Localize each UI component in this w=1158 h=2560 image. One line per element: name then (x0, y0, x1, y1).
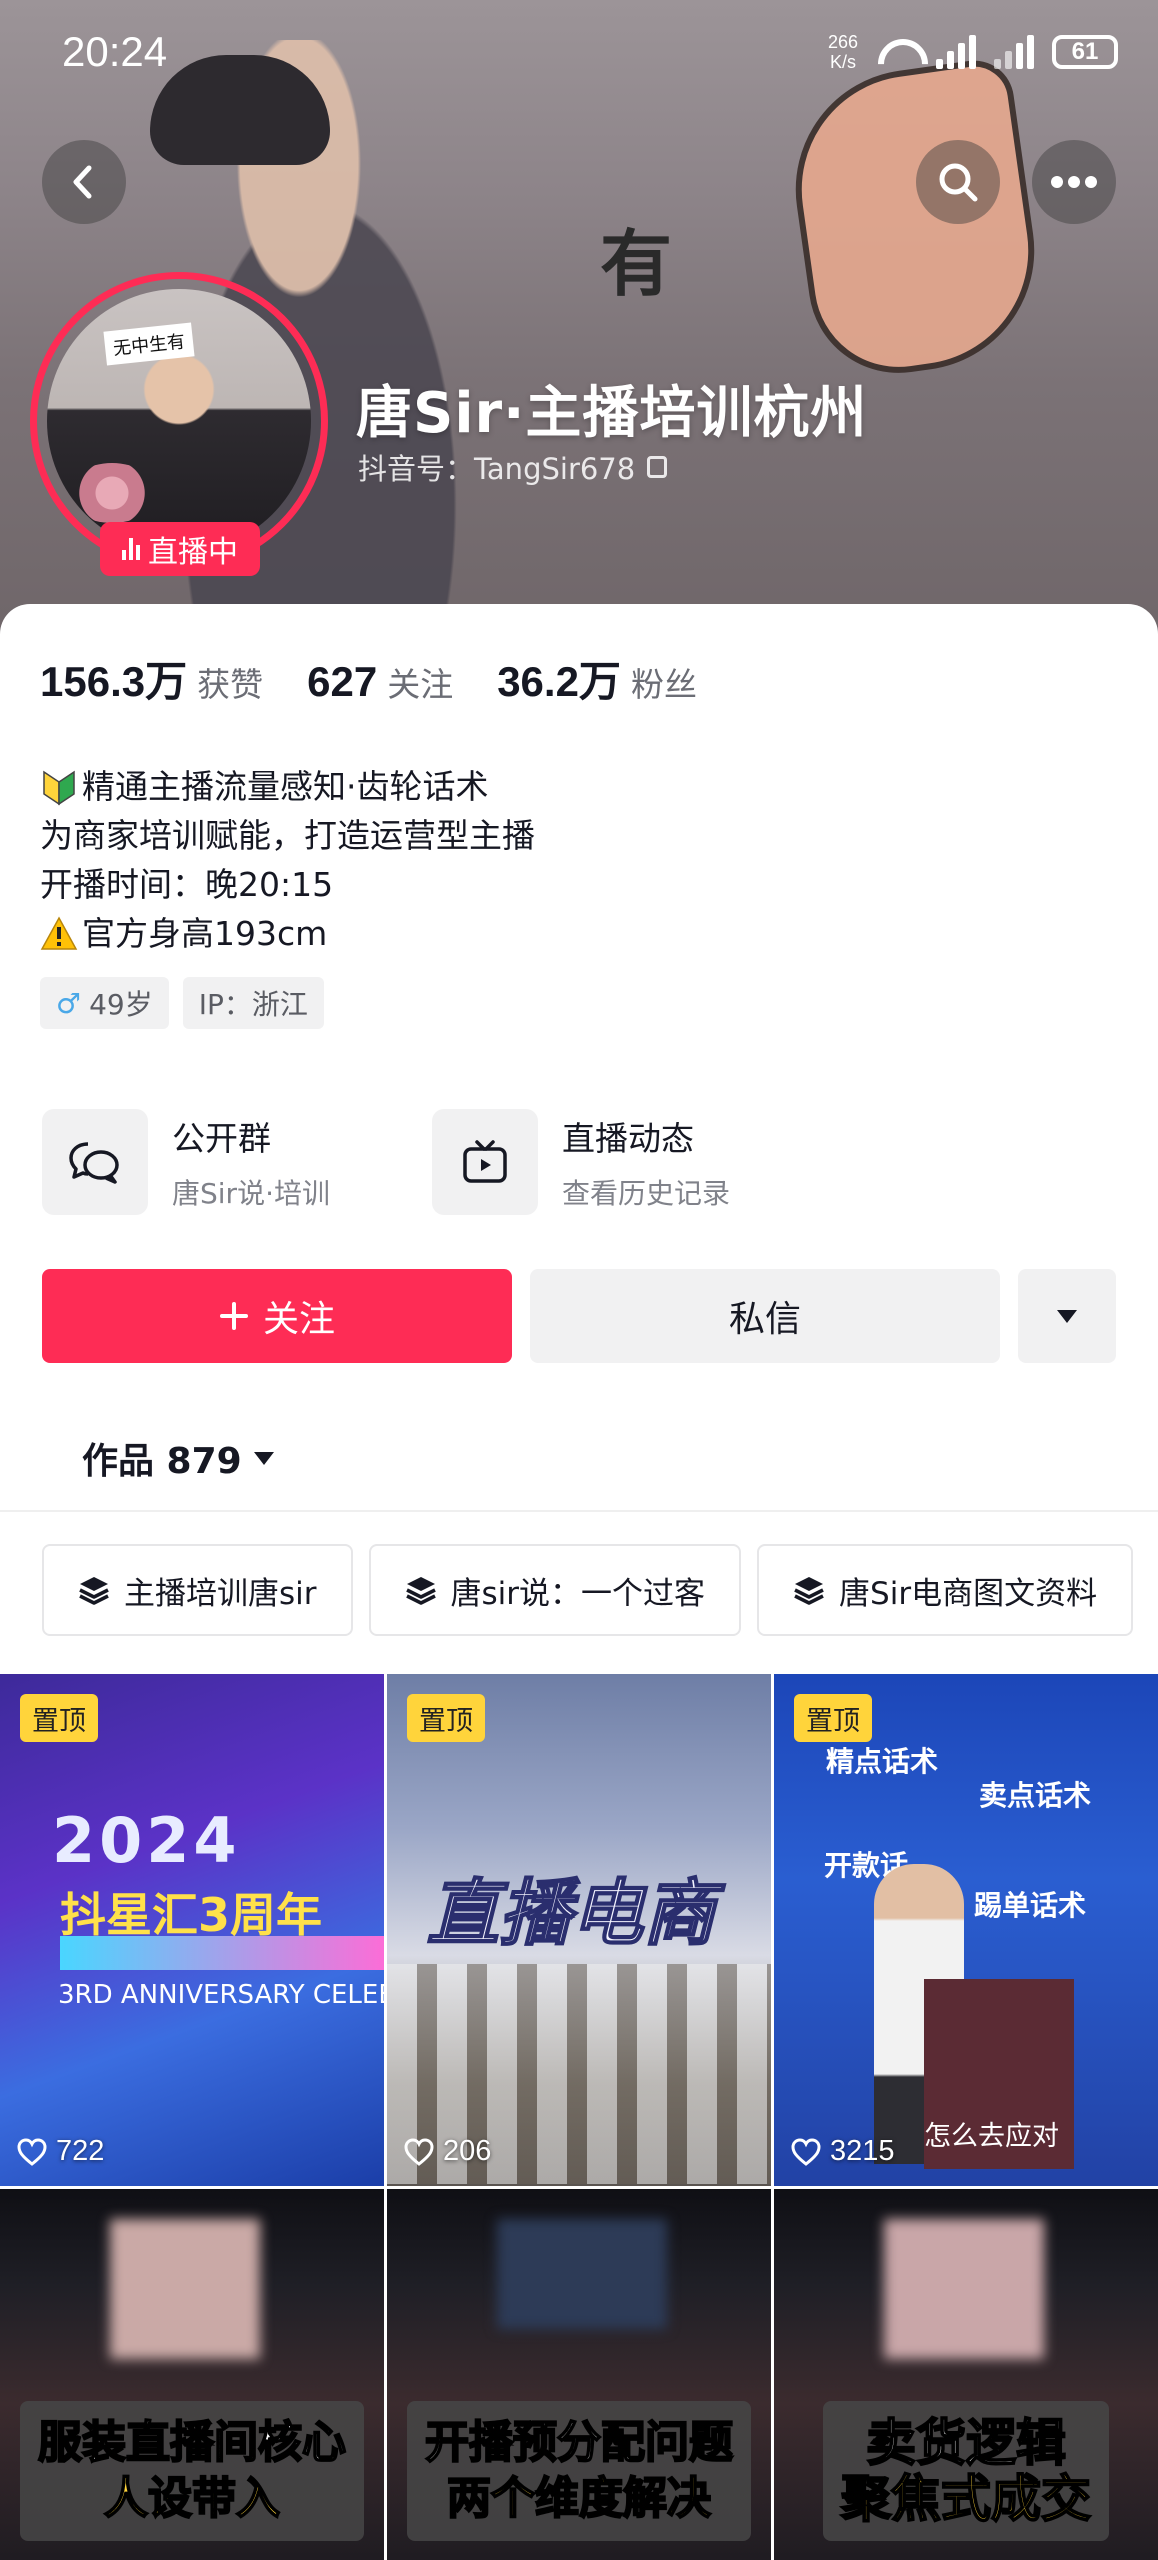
video-overlay-text: 3RD ANNIVERSARY CELEBR (58, 1980, 384, 2010)
video-overlay-blur (110, 2219, 260, 2359)
stack-icon (79, 1577, 109, 1605)
battery-icon: 61 (1052, 35, 1118, 69)
video-thumbnail[interactable]: 开播预分配问题 两个维度解决 (387, 2189, 771, 2560)
warning-icon (40, 915, 78, 950)
profile-tags: ♂ 49岁 IP：浙江 (40, 977, 324, 1029)
plus-icon (219, 1302, 248, 1330)
follow-label: 关注 (262, 1299, 335, 1340)
video-overlay-text: 精点话术 (826, 1745, 939, 1778)
video-overlay-band (60, 1936, 384, 1970)
profile-header: 有 20:24 266 K/s 61 无中生有 直播中 唐Sir·主播培训杭州 … (0, 0, 1158, 640)
stat-followers[interactable]: 36.2万 粉丝 (497, 648, 697, 709)
video-caption: 服装直播间核心 人设带入 (20, 2401, 364, 2541)
video-caption: 卖货逻辑 聚焦式成交 (823, 2401, 1109, 2541)
video-overlay-text: 怎么去应对 (924, 2121, 1059, 2152)
bio-line: 为商家培训赋能，打造运营型主播 (40, 816, 535, 855)
bio-line: 精通主播流量感知·齿轮话术 (40, 762, 535, 811)
video-thumbnail[interactable]: 精点话术 卖点话术 开款话 踢单话术 怎么去应对 置顶 3215 (774, 1674, 1158, 2186)
header-background-sketch-hand (780, 55, 1050, 385)
quick-link-group-chat[interactable]: 公开群 唐Sir说·培训 (42, 1109, 330, 1215)
expand-recommend-button[interactable] (1018, 1269, 1116, 1363)
video-overlay-text: 踢单话术 (974, 1889, 1087, 1922)
video-likes: 206 (403, 2135, 491, 2168)
header-background-char: 有 (600, 221, 673, 306)
video-overlay-blur (884, 2219, 1044, 2359)
follow-button[interactable]: 关注 (42, 1269, 512, 1363)
live-bars-icon (122, 538, 140, 560)
collection-chip[interactable]: 主播培训唐sir (42, 1544, 353, 1636)
profile-stats: 156.3万 获赞 627 关注 36.2万 粉丝 (40, 648, 697, 709)
tab-divider (0, 1510, 1158, 1512)
message-label: 私信 (728, 1299, 801, 1340)
profile-sheet: 156.3万 获赞 627 关注 36.2万 粉丝 精通主播流量感知·齿轮话术 … (0, 604, 1158, 2560)
avatar-flowers (67, 463, 157, 523)
back-button[interactable] (42, 140, 126, 224)
avatar[interactable]: 无中生有 (47, 289, 311, 553)
collections-row: 主播培训唐sir 唐sir说：一个过客 唐Sir电商图文资料 (42, 1544, 1134, 1636)
signal-icon (936, 35, 976, 69)
collection-chip[interactable]: 唐sir说：一个过客 (368, 1544, 742, 1636)
collection-chip[interactable]: 唐Sir电商图文资料 (757, 1544, 1134, 1636)
age-tag: ♂ 49岁 (40, 977, 169, 1029)
video-likes: 722 (16, 2135, 104, 2168)
bio-line: 开播时间：晚20:15 (40, 865, 334, 904)
search-button[interactable] (916, 140, 1000, 224)
profile-nickname: 唐Sir·主播培训杭州 (356, 381, 868, 446)
stat-likes[interactable]: 156.3万 获赞 (40, 648, 263, 709)
heart-outline-icon (404, 2137, 434, 2166)
more-button[interactable] (1032, 140, 1116, 224)
video-overlay-text: 直播电商 (426, 1870, 716, 1956)
tab-works-label: 作品 879 (82, 1441, 242, 1482)
triangle-down-icon (1057, 1309, 1077, 1323)
video-overlay-text: 卖点话术 (979, 1779, 1092, 1812)
status-time: 20:24 (62, 28, 168, 75)
quick-link-live-history[interactable]: 直播动态 查看历史记录 (432, 1109, 730, 1215)
video-thumbnail[interactable]: 直播电商 置顶 206 (387, 1674, 771, 2186)
video-likes: 3215 (790, 2135, 895, 2168)
wifi-icon (876, 35, 918, 69)
pinned-badge: 置顶 (20, 1694, 98, 1742)
douyin-id-text: 抖音号：TangSir678 (358, 452, 636, 486)
douyin-id: 抖音号：TangSir678 (358, 446, 668, 488)
pinned-badge: 置顶 (794, 1694, 872, 1742)
live-badge[interactable]: 直播中 (100, 522, 260, 576)
quick-link-text: 公开群 唐Sir说·培训 (172, 1119, 330, 1210)
quick-link-text: 直播动态 查看历史记录 (562, 1119, 731, 1210)
status-icons: 266 K/s 61 (828, 32, 1118, 72)
stat-following[interactable]: 627 关注 (307, 658, 453, 706)
heart-outline-icon (17, 2137, 47, 2166)
triangle-down-icon (253, 1451, 274, 1465)
tab-works[interactable]: 作品 879 (82, 1432, 274, 1484)
male-icon: ♂ (56, 986, 82, 1020)
beginner-badge-icon (43, 770, 75, 805)
message-button[interactable]: 私信 (530, 1269, 1000, 1363)
chat-bubbles-icon (42, 1109, 148, 1215)
profile-bio: 精通主播流量感知·齿轮话术 为商家培训赋能，打造运营型主播 开播时间：晚20:1… (40, 762, 535, 958)
more-dots-icon (1051, 176, 1097, 188)
video-overlay-text: 2024 (52, 1804, 241, 1877)
video-thumbnail[interactable]: 卖货逻辑 聚焦式成交 (774, 2189, 1158, 2560)
avatar-sign-text: 无中生有 (103, 322, 195, 366)
search-icon (939, 163, 978, 202)
heart-outline-icon (791, 2137, 821, 2166)
live-badge-label: 直播中 (148, 535, 238, 570)
chevron-left-icon (73, 165, 92, 199)
pinned-badge: 置顶 (407, 1694, 485, 1742)
video-caption: 开播预分配问题 两个维度解决 (407, 2401, 751, 2541)
video-overlay-blur (497, 2219, 667, 2329)
stack-icon (794, 1577, 824, 1605)
video-grid: 2024 抖星汇3周年 3RD ANNIVERSARY CELEBR 置顶 72… (0, 1674, 1158, 2560)
ip-tag: IP：浙江 (182, 977, 324, 1029)
video-thumbnail[interactable]: 2024 抖星汇3周年 3RD ANNIVERSARY CELEBR 置顶 72… (0, 1674, 384, 2186)
video-thumbnail[interactable]: 服装直播间核心 人设带入 (0, 2189, 384, 2560)
copy-icon[interactable] (647, 456, 668, 478)
tv-icon (432, 1109, 538, 1215)
stack-icon (405, 1577, 436, 1605)
net-speed: 266 K/s (827, 32, 858, 72)
signal-icon-2 (994, 35, 1034, 69)
bio-line: 官方身高193cm (40, 909, 535, 958)
